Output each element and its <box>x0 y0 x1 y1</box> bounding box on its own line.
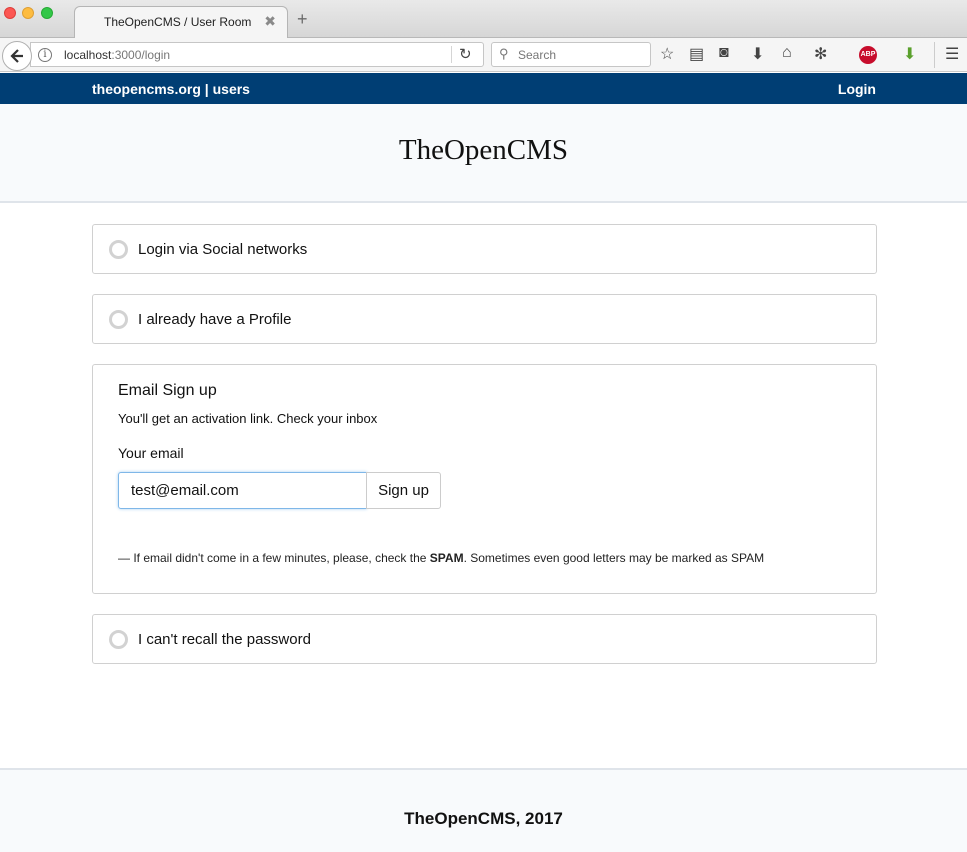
spam-note: — If email didn't come in a few minutes,… <box>118 551 764 565</box>
search-placeholder: Search <box>518 48 557 62</box>
minimize-window-button[interactable] <box>22 7 34 19</box>
profile-login-label: I already have a Profile <box>138 311 292 328</box>
profile-login-radio[interactable] <box>109 310 128 329</box>
spam-note-suffix: . Sometimes even good letters may be mar… <box>463 551 765 565</box>
spam-note-prefix: — If email didn't come in a few minutes,… <box>118 551 430 565</box>
social-login-label: Login via Social networks <box>138 241 308 258</box>
profile-login-option[interactable]: I already have a Profile <box>92 294 877 344</box>
page-title: TheOpenCMS <box>398 134 569 166</box>
adblock-icon[interactable]: ABP <box>859 46 877 64</box>
url-text: localhost:3000/login <box>64 48 170 62</box>
signup-button[interactable]: Sign up <box>366 472 441 509</box>
email-signup-panel: Email Sign up You'll get an activation l… <box>92 364 877 594</box>
reload-icon[interactable]: ↻ <box>459 45 472 63</box>
page-footer: TheOpenCMS, 2017 <box>0 768 967 852</box>
search-icon: ⚲ <box>499 46 509 61</box>
url-divider <box>451 46 452 63</box>
back-button[interactable] <box>2 41 32 71</box>
social-login-radio[interactable] <box>109 240 128 259</box>
signup-subtitle: You'll get an activation link. Check you… <box>118 411 378 426</box>
url-bar[interactable]: i localhost:3000/login ↻ <box>30 42 484 67</box>
tab-close-icon[interactable]: ✖ <box>264 13 276 30</box>
download-helper-icon[interactable]: ⬇ <box>903 44 916 64</box>
email-label: Your email <box>118 445 184 461</box>
site-info-icon[interactable]: i <box>38 48 52 62</box>
browser-toolbar: i localhost:3000/login ↻ ⚲ Search ☆ ▤ ◙ … <box>0 38 967 72</box>
bookmark-star-icon[interactable]: ☆ <box>660 44 674 64</box>
downloads-icon[interactable]: ⬇ <box>751 44 764 64</box>
browser-tab-strip: TheOpenCMS / User Room ✖ + <box>0 0 967 39</box>
hamburger-menu-icon[interactable]: ☰ <box>945 44 959 64</box>
recall-password-radio[interactable] <box>109 630 128 649</box>
social-login-option[interactable]: Login via Social networks <box>92 224 877 274</box>
toolbar-divider <box>934 42 935 68</box>
brand-link[interactable]: theopencms.org | users <box>92 81 250 97</box>
reading-list-icon[interactable]: ▤ <box>689 44 704 64</box>
zoom-window-button[interactable] <box>41 7 53 19</box>
signup-title: Email Sign up <box>118 382 217 399</box>
footer-text: TheOpenCMS, 2017 <box>404 809 563 828</box>
email-field[interactable] <box>118 472 367 509</box>
url-host: localhost <box>64 48 112 62</box>
home-icon[interactable]: ⌂ <box>782 44 792 62</box>
close-window-button[interactable] <box>4 7 16 19</box>
firebug-icon[interactable]: ✻ <box>814 44 827 64</box>
recall-password-label: I can't recall the password <box>138 631 311 648</box>
url-path: :3000/login <box>111 48 171 62</box>
new-tab-button[interactable]: + <box>297 9 308 30</box>
site-nav: theopencms.org | users Login <box>0 73 967 104</box>
browser-tab[interactable]: TheOpenCMS / User Room ✖ <box>74 6 288 39</box>
tab-title: TheOpenCMS / User Room <box>104 15 252 29</box>
search-input[interactable]: ⚲ Search <box>491 42 651 67</box>
pocket-icon[interactable]: ◙ <box>719 44 729 62</box>
login-link[interactable]: Login <box>838 81 876 97</box>
spam-note-bold: SPAM <box>429 551 464 565</box>
page-header: TheOpenCMS <box>0 104 967 203</box>
recall-password-option[interactable]: I can't recall the password <box>92 614 877 664</box>
back-arrow-icon <box>10 49 23 63</box>
